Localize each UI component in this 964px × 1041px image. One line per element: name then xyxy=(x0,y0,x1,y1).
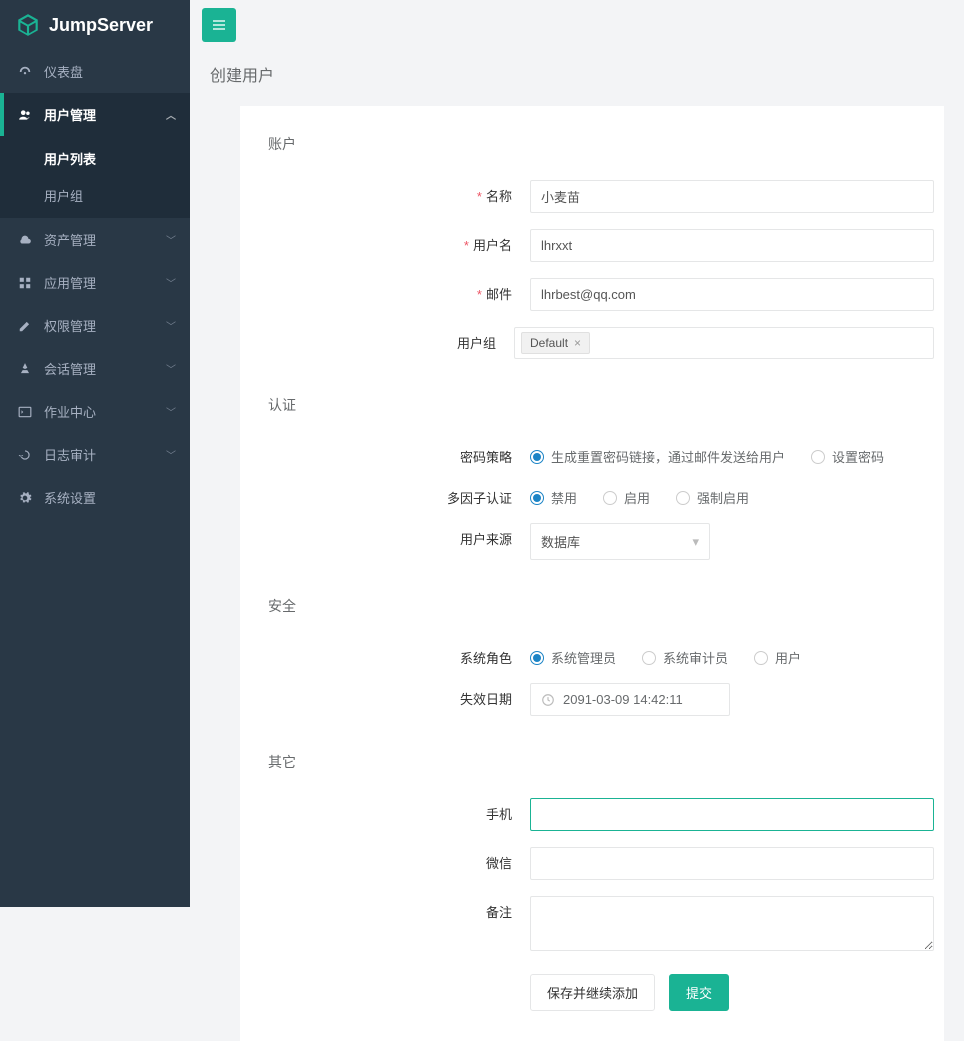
nav-label: 用户管理 xyxy=(44,105,96,124)
form-card: 账户 *名称 *用户名 *邮件 用户组 Default × 认 xyxy=(240,106,944,1041)
nav-permission[interactable]: 权限管理 ﹀ xyxy=(0,304,190,347)
label-name: *名称 xyxy=(240,180,530,205)
topbar xyxy=(190,0,964,50)
label-username: *用户名 xyxy=(240,229,530,254)
nav-app[interactable]: 应用管理 ﹀ xyxy=(0,261,190,304)
nav-label: 会话管理 xyxy=(44,359,96,378)
nav-label: 作业中心 xyxy=(44,402,96,421)
clock-icon xyxy=(541,693,555,707)
terminal-icon xyxy=(18,405,36,419)
brand-text: JumpServer xyxy=(49,15,153,36)
dashboard-icon xyxy=(18,65,36,79)
cloud-icon xyxy=(18,233,36,247)
phone-input[interactable] xyxy=(530,798,934,831)
sub-nav-users: 用户列表 用户组 xyxy=(0,136,190,218)
radio-mfa-force[interactable]: 强制启用 xyxy=(676,488,749,507)
save-continue-button[interactable]: 保存并继续添加 xyxy=(530,974,655,1011)
section-other: 其它 xyxy=(240,724,944,790)
label-source: 用户来源 xyxy=(240,523,530,548)
radio-set-password[interactable]: 设置密码 xyxy=(811,447,884,466)
nav-job[interactable]: 作业中心 ﹀ xyxy=(0,390,190,433)
submit-button[interactable]: 提交 xyxy=(669,974,729,1011)
nav-dashboard[interactable]: 仪表盘 xyxy=(0,50,190,93)
nav-label: 仪表盘 xyxy=(44,62,83,81)
nav-label: 系统设置 xyxy=(44,488,96,507)
wechat-input[interactable] xyxy=(530,847,934,880)
nav-audit[interactable]: 日志审计 ﹀ xyxy=(0,433,190,476)
label-password-policy: 密码策略 xyxy=(240,441,530,466)
history-icon xyxy=(18,448,36,462)
chevron-down-icon: ﹀ xyxy=(166,361,176,376)
chevron-down-icon: ﹀ xyxy=(166,275,176,290)
label-system-role: 系统角色 xyxy=(240,642,530,667)
page-title: 创建用户 xyxy=(190,50,964,106)
sidebar: JumpServer 仪表盘 用户管理 ︿ 用户列表 用户组 资产管理 ﹀ 应用… xyxy=(0,0,190,907)
toggle-sidebar-button[interactable] xyxy=(202,8,236,42)
nav-label: 权限管理 xyxy=(44,316,96,335)
main-content: 创建用户 账户 *名称 *用户名 *邮件 用户组 Default × xyxy=(190,0,964,1041)
usergroup-select[interactable]: Default × xyxy=(514,327,934,359)
chevron-down-icon: ▾ xyxy=(692,534,699,550)
users-icon xyxy=(18,108,36,122)
rocket-icon xyxy=(18,362,36,376)
nav-session[interactable]: 会话管理 ﹀ xyxy=(0,347,190,390)
expire-date-input[interactable]: 2091-03-09 14:42:11 xyxy=(530,683,730,716)
email-input[interactable] xyxy=(530,278,934,311)
chevron-down-icon: ﹀ xyxy=(166,447,176,462)
label-email: *邮件 xyxy=(240,278,530,303)
comment-textarea[interactable] xyxy=(530,896,934,951)
sub-user-list[interactable]: 用户列表 xyxy=(0,140,190,177)
nav-settings[interactable]: 系统设置 xyxy=(0,476,190,519)
grid-icon xyxy=(18,276,36,290)
chevron-down-icon: ﹀ xyxy=(166,318,176,333)
nav-asset[interactable]: 资产管理 ﹀ xyxy=(0,218,190,261)
label-usergroup: 用户组 xyxy=(240,327,514,352)
name-input[interactable] xyxy=(530,180,934,213)
section-auth: 认证 xyxy=(240,367,944,433)
section-account: 账户 xyxy=(240,126,944,172)
nav-label: 应用管理 xyxy=(44,273,96,292)
radio-role-user[interactable]: 用户 xyxy=(754,648,801,667)
section-security: 安全 xyxy=(240,568,944,634)
menu-icon xyxy=(211,17,227,33)
logo-icon xyxy=(15,12,41,38)
edit-icon xyxy=(18,319,36,333)
radio-pwd-reset-link[interactable]: 生成重置密码链接，通过邮件发送给用户 xyxy=(530,447,785,466)
label-phone: 手机 xyxy=(240,798,530,823)
source-select[interactable]: 数据库 ▾ xyxy=(530,523,710,560)
nav-label: 资产管理 xyxy=(44,230,96,249)
radio-role-admin[interactable]: 系统管理员 xyxy=(530,648,616,667)
username-input[interactable] xyxy=(530,229,934,262)
radio-mfa-disable[interactable]: 禁用 xyxy=(530,488,577,507)
usergroup-tag: Default × xyxy=(521,332,590,354)
radio-role-auditor[interactable]: 系统审计员 xyxy=(642,648,728,667)
nav-label: 日志审计 xyxy=(44,445,96,464)
label-wechat: 微信 xyxy=(240,847,530,872)
brand: JumpServer xyxy=(0,0,190,50)
label-mfa: 多因子认证 xyxy=(240,482,530,507)
label-comment: 备注 xyxy=(240,896,530,921)
chevron-down-icon: ﹀ xyxy=(166,404,176,419)
sub-user-group[interactable]: 用户组 xyxy=(0,177,190,214)
tag-remove-icon[interactable]: × xyxy=(574,336,581,350)
nav-user-management[interactable]: 用户管理 ︿ xyxy=(0,93,190,136)
label-expire-date: 失效日期 xyxy=(240,683,530,708)
gear-icon xyxy=(18,491,36,505)
radio-mfa-enable[interactable]: 启用 xyxy=(603,488,650,507)
chevron-down-icon: ﹀ xyxy=(166,232,176,247)
chevron-up-icon: ︿ xyxy=(166,107,176,122)
